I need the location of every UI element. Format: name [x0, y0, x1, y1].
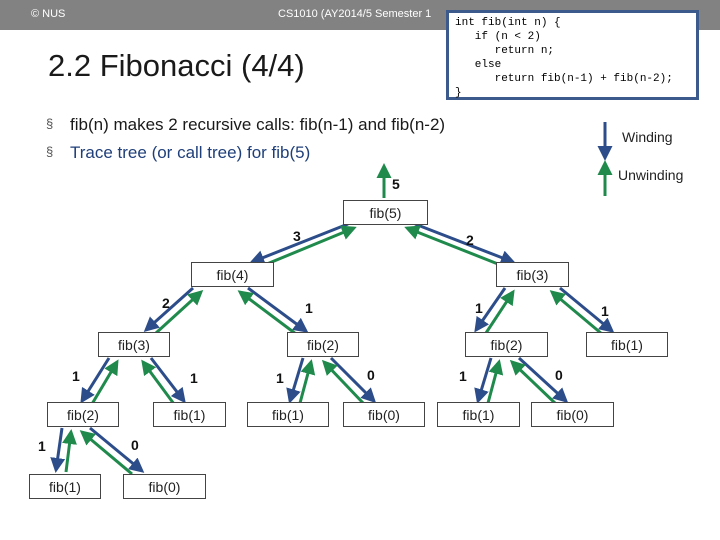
return-value: 0 [555, 367, 563, 383]
return-value: 1 [305, 300, 313, 316]
call-node: fib(5) [343, 200, 428, 225]
call-node: fib(3) [496, 262, 569, 287]
call-node: fib(1) [437, 402, 520, 427]
unwinding-arrow [237, 290, 297, 336]
return-value: 0 [131, 437, 139, 453]
unwinding-legend-label: Unwinding [618, 167, 684, 183]
unwinding-arrow [298, 359, 316, 404]
call-node: fib(4) [191, 262, 274, 287]
call-node: fib(2) [47, 402, 119, 427]
call-node: fib(1) [29, 474, 101, 499]
winding-arrow [247, 286, 309, 333]
unwinding-arrow [404, 225, 504, 268]
call-node: fib(1) [586, 332, 668, 357]
call-node: fib(0) [531, 402, 614, 427]
return-value: 1 [190, 370, 198, 386]
return-value: 2 [466, 232, 474, 248]
winding-arrow [50, 427, 66, 473]
unwinding-arrow [62, 429, 77, 473]
winding-legend-label: Winding [622, 129, 673, 145]
call-node: fib(2) [287, 332, 359, 357]
unwinding-arrow [90, 359, 119, 405]
call-node: fib(1) [153, 402, 226, 427]
unwinding-arrow [261, 225, 357, 268]
return-value: 5 [392, 176, 400, 192]
call-node: fib(2) [465, 332, 548, 357]
winding-arrow [414, 222, 516, 265]
call-node: fib(0) [123, 474, 206, 499]
return-value: 1 [72, 368, 80, 384]
return-value: 3 [293, 228, 301, 244]
unwinding-arrow [509, 359, 558, 406]
return-value: 2 [162, 295, 170, 311]
return-value: 1 [276, 370, 284, 386]
return-value: 1 [38, 438, 46, 454]
call-node: fib(3) [98, 332, 170, 357]
unwinding-arrow [486, 359, 504, 404]
return-value: 1 [459, 368, 467, 384]
return-value: 1 [601, 303, 609, 319]
call-node: fib(0) [343, 402, 425, 427]
unwinding-arrow [79, 430, 133, 476]
call-tree-arrows [50, 122, 615, 476]
return-value: 0 [367, 367, 375, 383]
return-value: 1 [475, 300, 483, 316]
unwinding-arrow [549, 290, 603, 336]
call-node: fib(1) [247, 402, 329, 427]
